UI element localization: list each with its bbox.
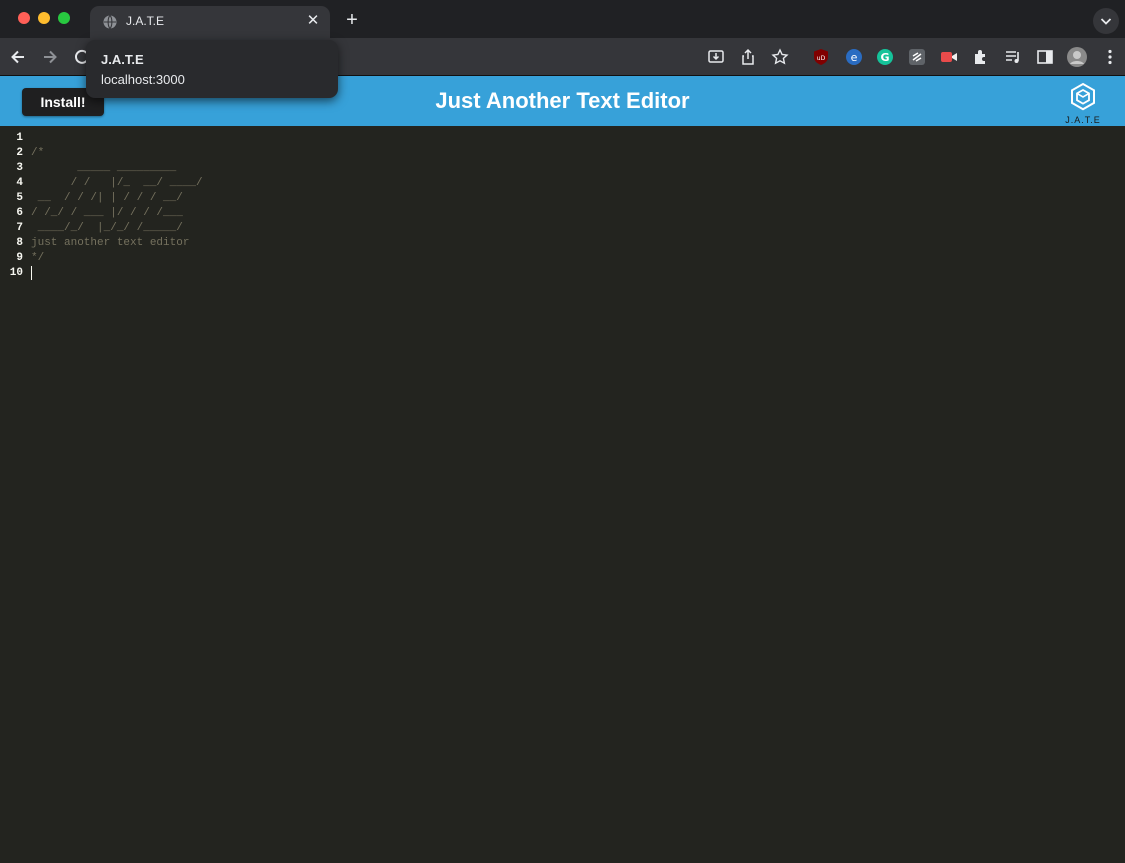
- code-content[interactable]: /* _____ _________ / / |/_ __/ ____/ __ …: [31, 131, 203, 281]
- text-cursor: [31, 266, 32, 280]
- code-editor[interactable]: 1 2 3 4 5 6 7 8 9 10 /* _____ _________ …: [0, 126, 1125, 863]
- back-arrow-icon[interactable]: [8, 47, 28, 67]
- svg-text:uD: uD: [817, 55, 826, 62]
- line-number: 9: [16, 252, 23, 264]
- logo-cube-icon: [1071, 82, 1095, 111]
- line-number: 4: [16, 177, 23, 189]
- line-number: 8: [16, 237, 23, 249]
- new-tab-button[interactable]: +: [340, 9, 364, 33]
- tab-title: J.A.T.E: [126, 14, 165, 28]
- install-app-icon[interactable]: [706, 47, 726, 67]
- line-number: 1: [16, 132, 23, 144]
- kebab-menu-icon[interactable]: [1101, 48, 1119, 66]
- line-number-gutter: 1 2 3 4 5 6 7 8 9 10: [0, 131, 26, 281]
- line-number: 5: [16, 192, 23, 204]
- forward-arrow-icon[interactable]: [40, 47, 60, 67]
- code-line[interactable]: ____/_/ |_/_/ /_____/: [31, 221, 203, 236]
- line-number: 3: [16, 162, 23, 174]
- media-control-icon[interactable]: [1004, 48, 1022, 66]
- browser-tab[interactable]: J.A.T.E ✕: [90, 6, 330, 38]
- code-line[interactable]: __ / / /| | / / / __/: [31, 191, 203, 206]
- video-extension-icon[interactable]: [940, 48, 958, 66]
- chevron-down-icon: [1100, 18, 1112, 25]
- maximize-window-button[interactable]: [58, 12, 70, 24]
- code-line[interactable]: [31, 266, 203, 281]
- hover-card-url: localhost:3000: [101, 72, 185, 87]
- code-line[interactable]: / /_/ / ___ |/ / / /___: [31, 206, 203, 221]
- svg-text:e: e: [851, 51, 858, 64]
- logo-text: J.A.T.E: [1065, 115, 1101, 125]
- line-number: 2: [16, 147, 23, 159]
- code-line[interactable]: /*: [31, 146, 203, 161]
- svg-text:G: G: [880, 51, 889, 64]
- globe-icon: [102, 14, 118, 30]
- tab-search-button[interactable]: [1093, 8, 1119, 34]
- line-number: 7: [16, 222, 23, 234]
- code-line[interactable]: just another text editor: [31, 236, 203, 251]
- close-window-button[interactable]: [18, 12, 30, 24]
- code-line[interactable]: _____ _________: [31, 161, 203, 176]
- app-logo: J.A.T.E: [1058, 82, 1108, 126]
- code-line[interactable]: [31, 131, 203, 146]
- minimize-window-button[interactable]: [38, 12, 50, 24]
- tab-close-icon[interactable]: ✕: [304, 12, 322, 30]
- tab-hover-card: J.A.T.E localhost:3000: [86, 40, 338, 98]
- extension-e-icon[interactable]: e: [845, 48, 863, 66]
- code-line[interactable]: */: [31, 251, 203, 266]
- bookmark-star-icon[interactable]: [770, 47, 790, 67]
- puzzle-extensions-icon[interactable]: [972, 48, 990, 66]
- line-number: 6: [16, 207, 23, 219]
- tab-strip: J.A.T.E ✕ +: [0, 0, 1125, 38]
- side-panel-icon[interactable]: [1036, 48, 1054, 66]
- share-icon[interactable]: [738, 47, 758, 67]
- profile-avatar[interactable]: [1066, 46, 1088, 68]
- hover-card-title: J.A.T.E: [101, 52, 144, 67]
- code-line[interactable]: / / |/_ __/ ____/: [31, 176, 203, 191]
- extension-s-icon[interactable]: [908, 48, 926, 66]
- ublock-icon[interactable]: uD: [812, 48, 830, 66]
- grammarly-icon[interactable]: G: [876, 48, 894, 66]
- line-number: 10: [9, 267, 23, 279]
